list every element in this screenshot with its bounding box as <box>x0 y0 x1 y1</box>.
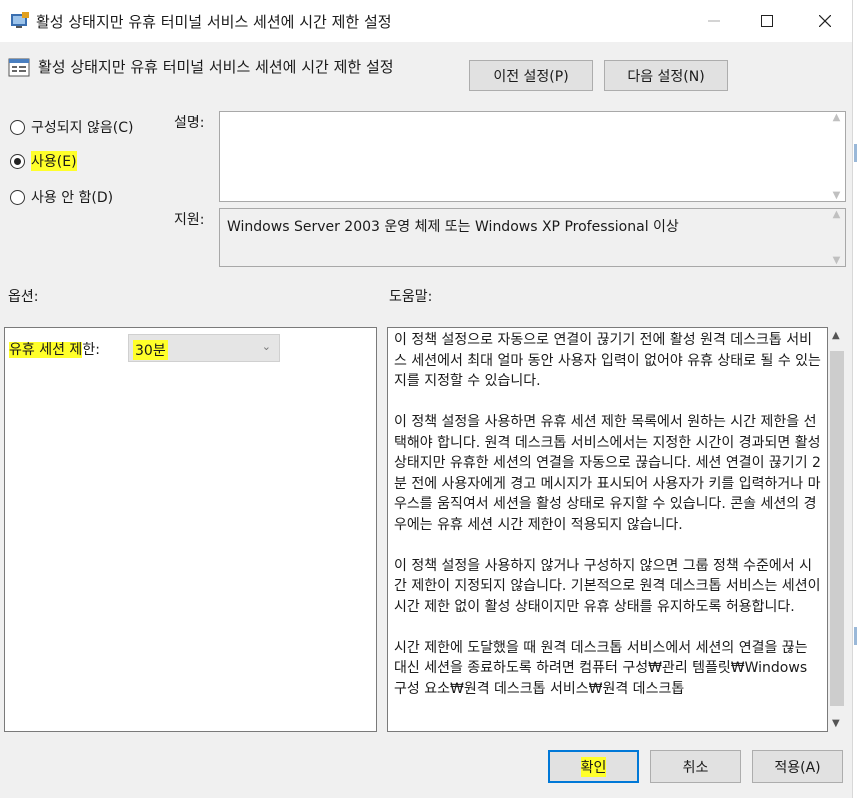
comment-label: 설명: <box>174 115 205 131</box>
comment-scrollbar[interactable]: ▲ ▼ <box>828 112 845 201</box>
close-button[interactable] <box>796 0 854 42</box>
radio-label: 사용(E) <box>31 151 77 171</box>
radio-label: 사용 안 함(D) <box>31 190 114 206</box>
comment-textarea[interactable]: ▲ ▼ <box>219 111 846 202</box>
help-paragraph: 이 정책 설정을 사용하면 유휴 세션 제한 목록에서 원하는 시간 제한을 선… <box>394 414 821 533</box>
next-setting-button[interactable]: 다음 설정(N) <box>604 60 728 91</box>
maximize-button[interactable] <box>738 0 796 42</box>
radio-circle[interactable] <box>10 119 25 135</box>
background-window-edge <box>852 0 857 798</box>
policy-setting-icon <box>8 58 30 76</box>
idle-session-limit-dropdown[interactable]: 30분 ⌄ <box>128 334 280 362</box>
help-paragraph: 이 정책 설정으로 자동으로 연결이 끊기기 전에 활성 원격 데스크톱 서비스… <box>394 332 821 389</box>
supported-on-text: Windows Server 2003 운영 체제 또는 Windows XP … <box>227 219 679 235</box>
cancel-button[interactable]: 취소 <box>650 750 741 783</box>
minimize-button[interactable] <box>685 0 743 42</box>
maximize-icon <box>761 15 773 27</box>
idle-label-highlight: 유휴 세션 제 <box>9 342 83 358</box>
supported-scrollbar[interactable]: ▲ ▼ <box>828 209 845 266</box>
radio-circle[interactable] <box>10 189 25 205</box>
help-scrollbar[interactable]: ▲ ▼ <box>828 327 846 732</box>
help-paragraph: 시간 제한에 도달했을 때 원격 데스크톱 서비스에서 세션의 연결을 끊는 대… <box>394 639 808 697</box>
policy-window-icon <box>11 12 29 28</box>
radio-disabled[interactable]: 사용 안 함(D) <box>10 187 113 207</box>
radio-label: 구성되지 않음(C) <box>31 120 134 136</box>
idle-label-rest: 한: <box>82 342 100 358</box>
minimize-icon <box>708 20 720 22</box>
idle-limit-value: 30분 <box>133 340 168 360</box>
policy-title: 활성 상태지만 유휴 터미널 서비스 세션에 시간 제한 설정 <box>38 58 394 76</box>
supported-on-box: Windows Server 2003 운영 체제 또는 Windows XP … <box>219 208 846 267</box>
idle-session-limit-label: 유휴 세션 제한: <box>9 339 100 359</box>
help-paragraph: 이 정책 설정을 사용하지 않거나 구성하지 않으면 그룹 정책 수준에서 시간… <box>394 557 821 615</box>
ok-button[interactable]: 확인 <box>548 750 639 783</box>
scrollbar-thumb[interactable] <box>830 351 844 706</box>
close-icon <box>819 15 831 27</box>
title-bar: 활성 상태지만 유휴 터미널 서비스 세션에 시간 제한 설정 <box>0 0 857 42</box>
policy-heading: 활성 상태지만 유휴 터미널 서비스 세션에 시간 제한 설정 <box>8 56 394 77</box>
window-title: 활성 상태지만 유휴 터미널 서비스 세션에 시간 제한 설정 <box>36 13 392 31</box>
scroll-down-icon[interactable]: ▼ <box>832 718 840 729</box>
apply-button[interactable]: 적용(A) <box>752 750 843 783</box>
radio-not-configured[interactable]: 구성되지 않음(C) <box>10 117 133 137</box>
radio-enabled[interactable]: 사용(E) <box>10 151 77 171</box>
previous-setting-button[interactable]: 이전 설정(P) <box>469 60 593 91</box>
ok-button-label: 확인 <box>580 756 607 777</box>
chevron-down-icon: ⌄ <box>261 340 271 353</box>
options-heading: 옵션: <box>8 289 39 305</box>
radio-circle[interactable] <box>10 153 25 169</box>
help-heading: 도움말: <box>389 289 433 305</box>
scroll-up-icon[interactable]: ▲ <box>832 330 840 341</box>
supported-label: 지원: <box>174 212 205 228</box>
options-panel <box>4 327 377 732</box>
help-panel: 이 정책 설정으로 자동으로 연결이 끊기기 전에 활성 원격 데스크톱 서비스… <box>387 327 828 732</box>
help-text: 이 정책 설정으로 자동으로 연결이 끊기기 전에 활성 원격 데스크톱 서비스… <box>394 330 824 720</box>
